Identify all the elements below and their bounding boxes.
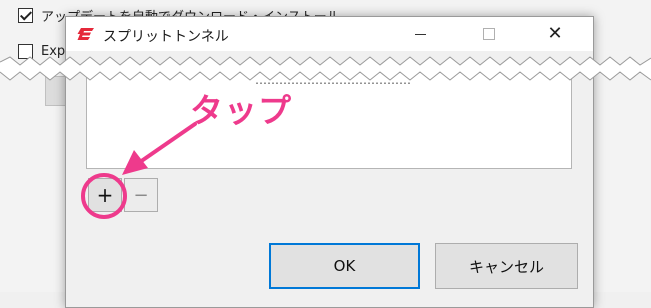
- minimize-button[interactable]: [397, 17, 443, 51]
- close-icon: ✕: [547, 23, 563, 44]
- tap-annotation-label: タップ: [190, 91, 292, 130]
- title-bar: スプリットトンネル ✕: [66, 17, 593, 51]
- remove-app-button[interactable]: −: [124, 178, 158, 212]
- ok-button[interactable]: OK: [269, 243, 420, 289]
- dialog-title: スプリットトンネル: [103, 29, 229, 45]
- auto-update-checkbox[interactable]: [18, 8, 33, 23]
- highlight-ring: [81, 173, 127, 219]
- close-button[interactable]: ✕: [532, 17, 578, 51]
- expressvpn-logo-icon: [77, 28, 94, 40]
- maximize-icon: [483, 28, 495, 40]
- maximize-button[interactable]: [466, 17, 512, 51]
- torn-edge-divider: [0, 56, 651, 81]
- cancel-button[interactable]: キャンセル: [435, 243, 578, 289]
- minimize-icon: [414, 33, 426, 35]
